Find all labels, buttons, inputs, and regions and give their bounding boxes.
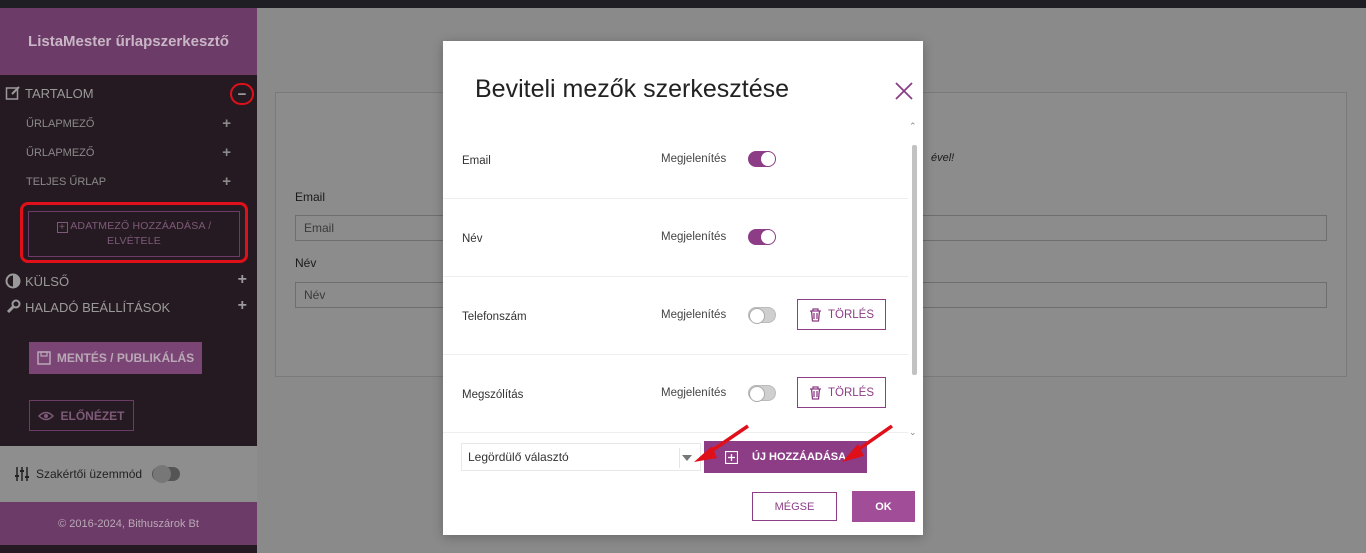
- field-row-email: Email Megjelenítés: [443, 121, 908, 199]
- display-toggle[interactable]: [748, 385, 776, 402]
- delete-button[interactable]: TÖRLÉS: [797, 299, 886, 330]
- email-label: Email: [295, 190, 326, 204]
- sidebar-header: ListaMester űrlapszerkesztő: [0, 8, 257, 75]
- section-content[interactable]: TARTALOM: [0, 81, 257, 105]
- edit-icon: [5, 86, 20, 100]
- delete-button[interactable]: TÖRLÉS: [797, 377, 886, 408]
- eye-icon: [38, 411, 55, 420]
- collapse-content-button[interactable]: −: [230, 83, 254, 105]
- plus-icon[interactable]: +: [238, 297, 247, 315]
- ok-button[interactable]: OK: [852, 491, 915, 522]
- plus-icon[interactable]: +: [222, 144, 231, 161]
- sliders-icon: [15, 467, 29, 481]
- field-row-name: Név Megjelenítés: [443, 199, 908, 277]
- palette-icon: [5, 273, 21, 289]
- close-icon[interactable]: [893, 80, 915, 102]
- field-type-select[interactable]: Legördülő választó: [461, 443, 701, 471]
- trash-icon: [809, 385, 821, 400]
- name-label: Név: [295, 256, 317, 270]
- trash-icon: [809, 307, 821, 322]
- plus-square-icon: +: [56, 222, 68, 233]
- preview-text-fragment: ével!: [931, 152, 955, 164]
- plus-icon[interactable]: +: [222, 173, 231, 190]
- scroll-down-icon[interactable]: ⌄: [909, 427, 917, 438]
- sidebar-item-form-field-1[interactable]: ŰRLAPMEZŐ +: [26, 114, 231, 134]
- scrollbar-thumb[interactable]: [912, 145, 917, 375]
- floppy-icon: [37, 351, 51, 365]
- expert-mode-row: Szakértői üzemmód: [0, 446, 257, 502]
- display-toggle[interactable]: [748, 229, 776, 245]
- preview-button[interactable]: ELŐNÉZET: [29, 400, 134, 431]
- field-row-phone: Telefonszám Megjelenítés TÖRLÉS: [443, 277, 908, 355]
- section-advanced[interactable]: HALADÓ BEÁLLÍTÁSOK +: [0, 295, 257, 319]
- sidebar-item-form-field-2[interactable]: ŰRLAPMEZŐ +: [26, 143, 231, 163]
- add-remove-field-button[interactable]: + ADATMEZŐ HOZZÁADÁSA / ELVÉTELE: [28, 211, 240, 257]
- wrench-icon: [6, 299, 21, 314]
- app-title: ListaMester űrlapszerkesztő: [28, 33, 229, 50]
- minus-icon: −: [237, 85, 247, 103]
- save-publish-button[interactable]: MENTÉS / PUBLIKÁLÁS: [29, 342, 202, 374]
- display-toggle[interactable]: [748, 307, 776, 324]
- cancel-button[interactable]: MÉGSE: [752, 492, 837, 521]
- annotation-arrow-icon: [842, 424, 894, 462]
- plus-icon[interactable]: +: [222, 115, 231, 132]
- expert-mode-toggle[interactable]: [152, 465, 181, 483]
- scroll-up-icon[interactable]: ⌃: [909, 121, 917, 132]
- top-bar: [0, 0, 1366, 8]
- field-list: Email Megjelenítés Név Megjelenítés Tele…: [443, 121, 913, 435]
- section-external[interactable]: KÜLSŐ +: [0, 269, 257, 293]
- field-row-salutation: Megszólítás Megjelenítés TÖRLÉS: [443, 355, 908, 433]
- dialog-title: Beviteli mezők szerkesztése: [475, 75, 790, 103]
- display-toggle[interactable]: [748, 151, 776, 167]
- sidebar-item-full-form[interactable]: TELJES ŰRLAP +: [26, 172, 231, 192]
- copyright-footer: © 2016-2024, Bithuszárok Bt: [0, 502, 257, 545]
- plus-icon[interactable]: +: [238, 271, 247, 289]
- section-content-label: TARTALOM: [25, 85, 94, 101]
- annotation-arrow-icon: [694, 424, 749, 462]
